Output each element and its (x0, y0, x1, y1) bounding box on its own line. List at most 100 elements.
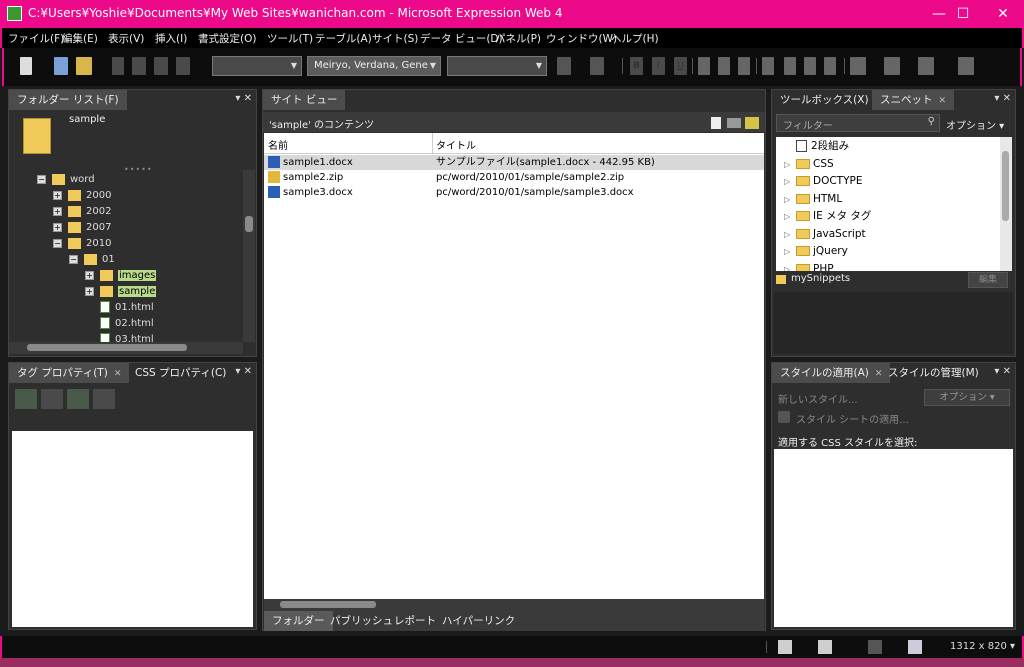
expand-icon[interactable]: ▷ (784, 156, 796, 173)
open-folder-icon[interactable] (76, 57, 92, 75)
save-icon[interactable] (112, 57, 124, 75)
edit-button[interactable]: 編集 (968, 272, 1008, 288)
attach-style-link[interactable]: スタイル シートの適用... (796, 411, 909, 426)
options-button[interactable]: オプション ▾ (924, 389, 1010, 406)
menu-help[interactable]: ヘルプ(H) (611, 31, 659, 46)
snippet-item[interactable]: ▷ CSS (784, 156, 834, 173)
panel-pin-close[interactable]: ▾ ✕ (994, 366, 1011, 377)
tab-css-properties[interactable]: CSS プロパティ(C) (127, 363, 234, 383)
panel-pin-close[interactable]: ▾ ✕ (994, 93, 1011, 104)
panel-pin-close[interactable]: ▾ ✕ (235, 93, 252, 104)
menu-insert[interactable]: 挿入(I) (155, 31, 187, 46)
tag-options-icon[interactable] (93, 389, 115, 409)
tab-snippets[interactable]: スニペット ✕ (872, 90, 955, 110)
tree-item[interactable]: 03.html (85, 332, 154, 342)
preview-icon[interactable] (154, 57, 168, 75)
new-page-icon[interactable] (711, 117, 721, 129)
open-site-icon[interactable] (54, 57, 68, 75)
options-button[interactable]: オプション ▾ (946, 117, 1004, 132)
snippet-item[interactable]: 2段組み (784, 138, 849, 155)
file-list[interactable]: 名前 タイトル sample1.docx サンプルファイル(sample1.doc… (264, 133, 764, 599)
borders-icon[interactable] (850, 57, 866, 75)
page-size-icon[interactable] (908, 640, 922, 654)
new-page-icon[interactable] (20, 57, 32, 75)
expand-icon[interactable]: ▷ (784, 226, 796, 243)
tree-item[interactable]: − 2010 (53, 236, 111, 251)
collapse-icon[interactable]: − (69, 254, 78, 264)
snippet-scrollbar[interactable] (1000, 137, 1012, 271)
filter-input[interactable]: フィルター ⚲ (776, 114, 940, 132)
toolbar-options-icon[interactable] (958, 57, 974, 75)
expand-icon[interactable]: + (85, 270, 94, 280)
expand-icon[interactable]: ▷ (784, 243, 796, 260)
size-combo[interactable]: ▼ (447, 56, 547, 76)
page-size-value[interactable]: 1312 x 820 ▾ (950, 641, 1015, 652)
indent-icon[interactable] (824, 57, 836, 75)
show-categories-icon[interactable] (15, 389, 37, 409)
tree-horizontal-scrollbar[interactable] (9, 342, 243, 354)
tree-item[interactable]: 02.html (85, 316, 154, 331)
menu-window[interactable]: ウィンドウ(W) (546, 31, 617, 46)
redo-icon[interactable] (590, 57, 604, 75)
tree-item[interactable]: +2000 (53, 188, 111, 203)
tree-item[interactable]: +2002 (53, 204, 111, 219)
style-combo[interactable]: ▼ (212, 56, 302, 76)
my-snippets[interactable]: mySnippets (791, 273, 850, 284)
tree-item[interactable]: + sample (85, 284, 157, 299)
tree-item[interactable]: + images (85, 268, 157, 283)
collapse-icon[interactable]: − (53, 238, 62, 248)
highlight-icon[interactable] (884, 57, 900, 75)
list-horizontal-scrollbar[interactable] (264, 599, 764, 611)
snippet-item[interactable]: ▷ IE メタ タグ (784, 208, 871, 225)
column-title[interactable]: タイトル (436, 137, 476, 152)
align-center-icon[interactable] (718, 57, 730, 75)
column-name[interactable]: 名前 (268, 137, 288, 152)
expand-icon[interactable]: + (85, 286, 94, 296)
undo-icon[interactable] (557, 57, 571, 75)
folder-tree[interactable]: − word +2000 +2002 +2007−2010−01 + images + samp… (9, 170, 245, 342)
expand-icon[interactable]: ▷ (784, 191, 796, 208)
save-all-icon[interactable] (132, 57, 146, 75)
print-preview-icon[interactable] (176, 57, 190, 75)
snippet-item[interactable]: ▷ jQuery (784, 243, 848, 260)
snippet-list[interactable]: 2段組み ▷ CSS ▷ DOCTYPE ▷ HTML ▷ IE メタ タグ ▷ JavaScrip… (776, 137, 1000, 271)
expand-icon[interactable]: ▷ (784, 261, 796, 272)
align-right-icon[interactable] (738, 57, 750, 75)
menu-edit[interactable]: 編集(E) (62, 31, 98, 46)
tree-item[interactable]: − word (37, 172, 95, 187)
new-style-link[interactable]: 新しいスタイル... (778, 391, 858, 406)
css-icon[interactable] (868, 640, 882, 654)
numbered-list-icon[interactable] (762, 57, 774, 75)
panel-pin-close[interactable]: ▾ ✕ (235, 366, 252, 377)
expand-icon[interactable]: + (53, 222, 62, 232)
expand-icon[interactable]: ▷ (784, 173, 796, 190)
underline-button[interactable]: U (674, 57, 687, 75)
snippet-item[interactable]: ▷ PHP (784, 261, 834, 272)
menu-file[interactable]: ファイル(F) (8, 31, 64, 46)
italic-button[interactable]: I (652, 57, 665, 75)
tree-item[interactable]: 01.html (85, 300, 154, 315)
expand-icon[interactable]: ▷ (784, 208, 796, 225)
table-row[interactable]: sample2.zip pc/word/2010/01/sample/sample… (264, 170, 764, 185)
tab-apply-styles[interactable]: スタイルの適用(A) ✕ (772, 363, 891, 383)
snippet-item[interactable]: ▷ HTML (784, 191, 842, 208)
css-style-list[interactable] (774, 449, 1013, 627)
compatibility-icon[interactable] (818, 640, 832, 654)
tab-folder-list[interactable]: フォルダー リスト(F) (9, 90, 127, 110)
bullet-list-icon[interactable] (784, 57, 796, 75)
menu-tools[interactable]: ツール(T) (267, 31, 313, 46)
tag-properties-grid[interactable] (12, 431, 253, 627)
outdent-icon[interactable] (804, 57, 816, 75)
tab-site-view[interactable]: サイト ビュー (263, 90, 346, 110)
expand-icon[interactable]: + (53, 190, 62, 200)
menu-panels[interactable]: パネル(P) (495, 31, 541, 46)
close-button[interactable]: ✕ (980, 0, 1024, 28)
snippet-item[interactable]: ▷ DOCTYPE (784, 173, 862, 190)
menu-dataview[interactable]: データ ビュー(D) (420, 31, 503, 46)
table-row[interactable]: sample3.docx pc/word/2010/01/sample/sampl… (264, 185, 764, 200)
menu-format[interactable]: 書式設定(O) (198, 31, 256, 46)
tab-tag-properties[interactable]: タグ プロパティ(T) ✕ (9, 363, 130, 383)
menu-view[interactable]: 表示(V) (108, 31, 144, 46)
tab-toolbox[interactable]: ツールボックス(X) (772, 90, 877, 110)
tab-manage-styles[interactable]: スタイルの管理(M) (880, 363, 987, 383)
